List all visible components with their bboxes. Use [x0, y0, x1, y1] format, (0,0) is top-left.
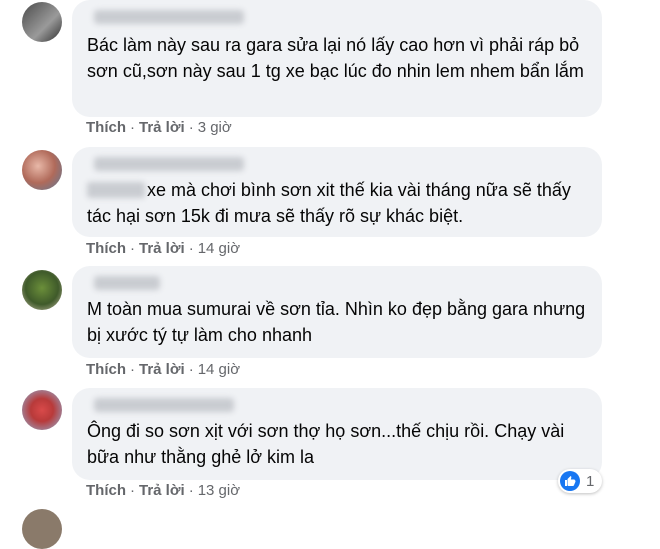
reply-button[interactable]: Trả lời [139, 482, 185, 499]
avatar[interactable] [22, 390, 62, 430]
comment-actions: Thích · Trả lời · 14 giờ [86, 240, 240, 257]
commenter-name-blurred[interactable] [94, 10, 244, 24]
comment-text: Bác làm này sau ra gara sửa lại nó lấy c… [87, 35, 584, 81]
separator: · [188, 482, 194, 499]
timestamp[interactable]: 14 giờ [198, 240, 240, 257]
comment-actions: Thích · Trả lời · 13 giờ [86, 482, 240, 499]
separator: · [188, 240, 194, 257]
avatar[interactable] [22, 509, 62, 549]
timestamp[interactable]: 13 giờ [198, 482, 240, 499]
like-button[interactable]: Thích [86, 240, 126, 257]
reaction-summary[interactable]: 1 [558, 469, 603, 493]
comment-actions: Thích · Trả lời · 3 giờ [86, 119, 232, 136]
separator: · [130, 482, 135, 499]
like-reaction-icon [560, 471, 580, 491]
comment-text: Ông đi so sơn xịt với sơn thợ họ sơn...t… [87, 421, 565, 467]
separator: · [188, 119, 194, 136]
reply-button[interactable]: Trả lời [139, 240, 185, 257]
like-button[interactable]: Thích [86, 119, 126, 136]
comment-bubble: M toàn mua sumurai về sơn tỉa. Nhìn ko đ… [72, 266, 602, 358]
comment-bubble: xe mà chơi bình sơn xit thế kia vài thán… [72, 147, 602, 237]
commenter-name-blurred[interactable] [94, 276, 160, 290]
avatar[interactable] [22, 270, 62, 310]
commenter-name-blurred[interactable] [94, 157, 244, 171]
comment-text: xe mà chơi bình sơn xit thế kia vài thán… [87, 180, 571, 226]
comment-actions: Thích · Trả lời · 14 giờ [86, 361, 240, 378]
timestamp[interactable]: 14 giờ [198, 361, 240, 378]
comment-bubble: Ông đi so sơn xịt với sơn thợ họ sơn...t… [72, 388, 602, 480]
reply-button[interactable]: Trả lời [139, 361, 185, 378]
reply-button[interactable]: Trả lời [139, 119, 185, 136]
separator: · [188, 361, 194, 378]
avatar[interactable] [22, 150, 62, 190]
like-button[interactable]: Thích [86, 482, 126, 499]
commenter-name-blurred[interactable] [94, 398, 234, 412]
avatar[interactable] [22, 2, 62, 42]
separator: · [130, 119, 135, 136]
comment-text: M toàn mua sumurai về sơn tỉa. Nhìn ko đ… [87, 299, 586, 345]
separator: · [130, 240, 135, 257]
comment-bubble: Bác làm này sau ra gara sửa lại nó lấy c… [72, 0, 602, 117]
reaction-count: 1 [586, 472, 595, 490]
tagged-name-blurred[interactable] [87, 182, 145, 198]
separator: · [130, 361, 135, 378]
like-button[interactable]: Thích [86, 361, 126, 378]
timestamp[interactable]: 3 giờ [198, 119, 232, 136]
